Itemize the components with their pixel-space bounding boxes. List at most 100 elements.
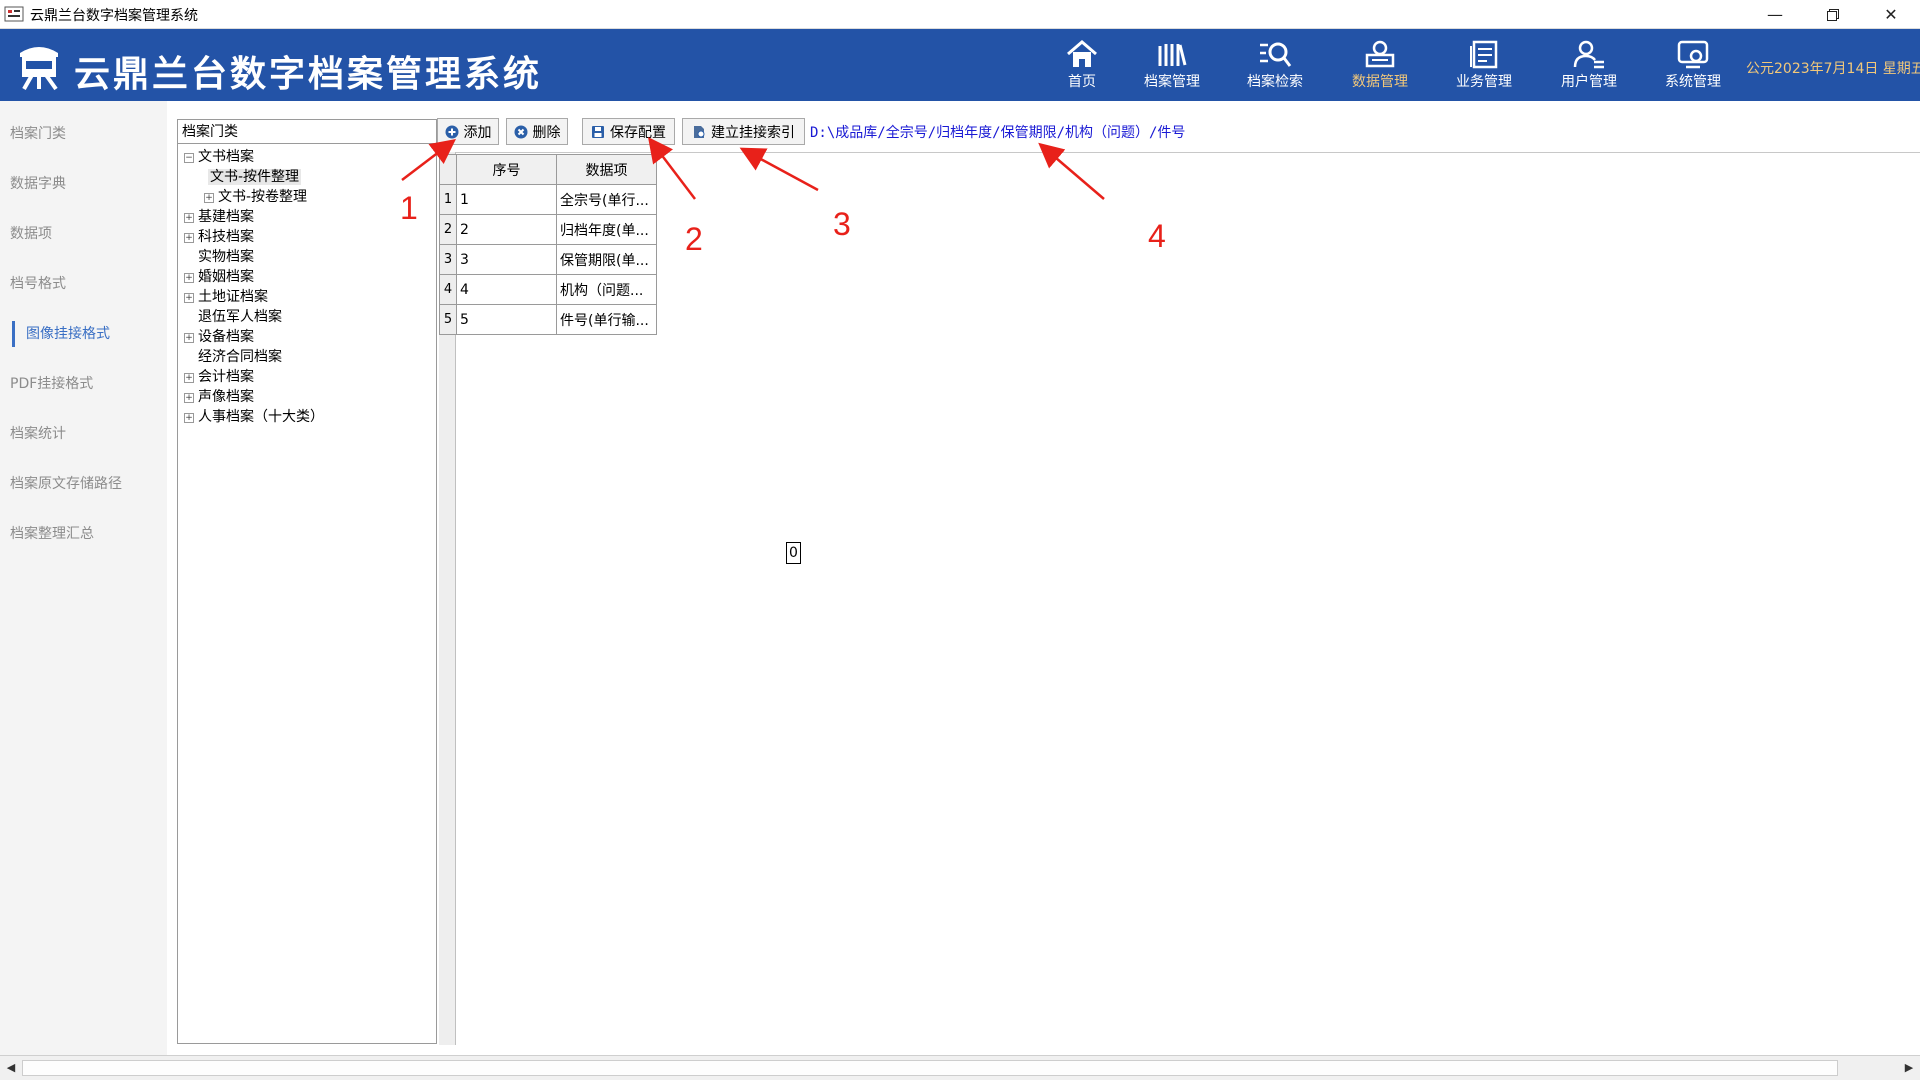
cell-item[interactable]: 归档年度(单... (556, 214, 657, 245)
sidebar-item-data-dictionary[interactable]: 数据字典 (0, 167, 167, 201)
tree-node[interactable]: + 设备档案 (184, 327, 254, 347)
sidebar-item-image-link-format[interactable]: 图像挂接格式 (0, 317, 167, 351)
cell-seq[interactable]: 1 (456, 184, 557, 215)
expand-icon[interactable]: + (184, 233, 194, 243)
document-icon (1470, 40, 1498, 69)
user-icon (1573, 40, 1604, 69)
tree-node[interactable]: + 基建档案 (184, 207, 254, 227)
annotation-number: 1 (400, 190, 418, 226)
table-row[interactable]: 4 4 机构（问题... (439, 274, 657, 305)
grid-corner (439, 154, 457, 185)
minimize-button[interactable]: — (1746, 0, 1804, 29)
tree-node[interactable]: + 声像档案 (184, 387, 254, 407)
row-number: 2 (439, 214, 457, 245)
grid-header-row: 序号 数据项 (439, 154, 657, 185)
minimize-icon: — (1767, 5, 1783, 24)
column-header-seq[interactable]: 序号 (456, 154, 557, 185)
annotation-number: 2 (685, 221, 703, 257)
save-config-button[interactable]: 保存配置 (582, 118, 675, 145)
expand-icon[interactable]: + (184, 413, 194, 423)
sidebar-item-data-items[interactable]: 数据项 (0, 217, 167, 251)
logo-icon (20, 47, 58, 91)
restore-icon (1827, 8, 1839, 21)
expand-icon[interactable]: + (184, 373, 194, 383)
table-row[interactable]: 3 3 保管期限(单... (439, 244, 657, 275)
cell-item[interactable]: 保管期限(单... (556, 244, 657, 275)
tree-node[interactable]: + 土地证档案 (184, 287, 268, 307)
cell-seq[interactable]: 2 (456, 214, 557, 245)
cell-seq[interactable]: 3 (456, 244, 557, 275)
cell-item[interactable]: 件号(单行输... (556, 304, 657, 335)
add-button[interactable]: 添加 (437, 118, 499, 145)
nav-data-manage[interactable]: 数据管理 (1332, 37, 1428, 97)
row-number: 3 (439, 244, 457, 275)
category-tree-panel: 档案门类 − 文书档案 文书-按件整理 + 文书-按卷整理 + 基建档案 + 科技档案 … (177, 119, 437, 1044)
scroll-right-icon[interactable]: ▶ (1898, 1056, 1920, 1080)
nav-system-manage[interactable]: 系统管理 (1645, 37, 1741, 97)
tree-node[interactable]: 文书-按件整理 (208, 167, 302, 187)
expand-icon[interactable]: + (204, 193, 214, 203)
expand-icon[interactable]: + (184, 273, 194, 283)
search-list-icon (1260, 42, 1292, 67)
cell-item[interactable]: 机构（问题... (556, 274, 657, 305)
system-title: 云鼎兰台数字档案管理系统 (74, 54, 543, 95)
close-icon: ✕ (1884, 5, 1898, 24)
tree-node[interactable]: + 婚姻档案 (184, 267, 254, 287)
table-row[interactable]: 1 1 全宗号(单行... (439, 184, 657, 215)
table-row[interactable]: 2 2 归档年度(单... (439, 214, 657, 245)
remove-circle-icon (514, 125, 527, 138)
sidebar-item-archive-statistics[interactable]: 档案统计 (0, 417, 167, 451)
nav-user-manage[interactable]: 用户管理 (1541, 37, 1637, 97)
expand-icon[interactable]: + (184, 293, 194, 303)
build-index-button[interactable]: 建立挂接索引 (682, 118, 805, 145)
scroll-left-icon[interactable]: ◀ (0, 1056, 22, 1080)
date-display: 公元2023年7月14日 星期五 (1746, 61, 1920, 77)
horizontal-scrollbar[interactable]: ◀ ▶ (0, 1055, 1920, 1080)
expand-icon[interactable]: + (184, 393, 194, 403)
nav-home[interactable]: 首页 (1034, 37, 1130, 97)
close-button[interactable]: ✕ (1862, 0, 1920, 29)
table-row[interactable]: 5 5 件号(单行输... (439, 304, 657, 335)
row-number: 5 (439, 304, 457, 335)
tree-node[interactable]: + 科技档案 (184, 227, 254, 247)
home-icon (1067, 40, 1097, 67)
column-header-item[interactable]: 数据项 (556, 154, 657, 185)
sidebar-item-archive-category[interactable]: 档案门类 (0, 117, 167, 151)
sidebar-item-pdf-link-format[interactable]: PDF挂接格式 (0, 367, 167, 401)
app-icon (4, 6, 24, 22)
tree-node[interactable]: 退伍军人档案 (198, 307, 282, 327)
scrollbar-thumb[interactable] (22, 1060, 1838, 1076)
index-file-icon (694, 125, 705, 138)
plus-circle-icon (445, 125, 458, 138)
restore-button[interactable] (1804, 0, 1862, 29)
expand-icon[interactable]: + (184, 213, 194, 223)
app-header: 云鼎兰台数字档案管理系统 首页 档案管理 档案检索 数据管理 业务管理 用户管理… (0, 29, 1920, 101)
expand-icon[interactable]: + (184, 333, 194, 343)
window-titlebar: 云鼎兰台数字档案管理系统 — ✕ (0, 0, 1920, 29)
data-item-grid: 序号 数据项 1 1 全宗号(单行... 2 2 归档年度(单... 3 3 保… (439, 154, 657, 335)
annotation-number: 3 (833, 206, 851, 242)
tree-header: 档案门类 (178, 120, 436, 144)
save-icon (592, 125, 604, 138)
sidebar: 档案门类 数据字典 数据项 档号格式 图像挂接格式 PDF挂接格式 档案统计 档… (0, 101, 167, 1055)
tree-node[interactable]: 经济合同档案 (198, 347, 282, 367)
delete-button[interactable]: 删除 (506, 118, 568, 145)
nav-archive-search[interactable]: 档案检索 (1227, 37, 1323, 97)
cell-seq[interactable]: 4 (456, 274, 557, 305)
row-number: 1 (439, 184, 457, 215)
nav-archive-manage[interactable]: 档案管理 (1124, 37, 1220, 97)
tree-node[interactable]: + 会计档案 (184, 367, 254, 387)
cell-item[interactable]: 全宗号(单行... (556, 184, 657, 215)
tree-node[interactable]: 实物档案 (198, 247, 254, 267)
nav-business-manage[interactable]: 业务管理 (1436, 37, 1532, 97)
cell-seq[interactable]: 5 (456, 304, 557, 335)
collapse-icon[interactable]: − (184, 153, 194, 163)
annotation-number: 4 (1148, 218, 1166, 254)
tree-node[interactable]: + 文书-按卷整理 (204, 187, 307, 207)
tree-node[interactable]: + 人事档案（十大类） (184, 407, 324, 427)
floating-value-box: 0 (786, 542, 801, 564)
sidebar-item-file-number-format[interactable]: 档号格式 (0, 267, 167, 301)
sidebar-item-archive-summary[interactable]: 档案整理汇总 (0, 517, 167, 551)
sidebar-item-storage-path[interactable]: 档案原文存储路径 (0, 467, 167, 501)
tree-node[interactable]: − 文书档案 (184, 147, 254, 167)
